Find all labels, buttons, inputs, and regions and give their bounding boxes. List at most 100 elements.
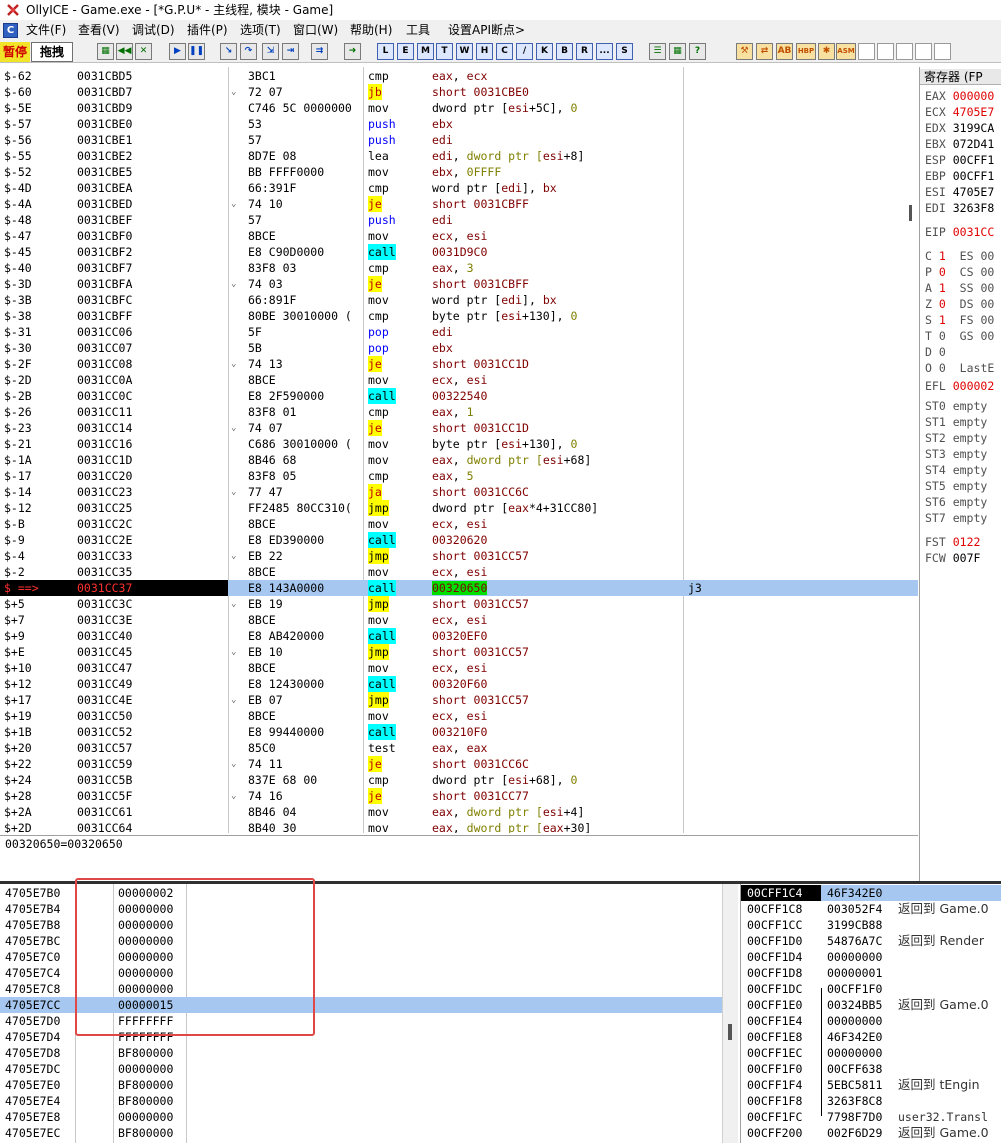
instruction-row[interactable]: $-9 0031CC2E E8 ED390000 call 00320620 [0,532,918,548]
scrollbar-thumb[interactable] [728,1024,732,1040]
flag-z[interactable]: Z 0 DS 00 [925,296,994,312]
instruction-row[interactable]: $-B 0031CC2C 8BCE mov ecx, esi [0,516,918,532]
instruction-row[interactable]: $-2D 0031CC0A 8BCE mov ecx, esi [0,372,918,388]
instruction-row[interactable]: $-2F 0031CC08 ⌄ 74 13 je short 0031CC1D [0,356,918,372]
register-ebp[interactable]: EBP 00CFF1 [925,168,994,184]
dump-row[interactable]: 4705E7C8 00000000 [0,981,722,997]
instruction-row[interactable]: $+28 0031CC5F ⌄ 74 16 je short 0031CC77 [0,788,918,804]
instruction-row[interactable]: $-45 0031CBF2 E8 C90D0000 call 0031D9C0 [0,244,918,260]
dump-row[interactable]: 4705E7C4 00000000 [0,965,722,981]
stack-row[interactable]: 00CFF200 002F6D29 返回到 Game.0 [741,1125,1001,1141]
threads-button[interactable]: T [436,43,453,60]
instruction-row[interactable]: $+19 0031CC50 8BCE mov ecx, esi [0,708,918,724]
stack-row[interactable]: 00CFF1FC 7798F7D0 user32.Transl [741,1109,1001,1125]
dump-row[interactable]: 4705E7EC BF800000 [0,1125,722,1141]
menu-help[interactable]: 帮助(H) [350,20,392,41]
log-window-button[interactable]: L [377,43,394,60]
register-ecx[interactable]: ECX 4705E7 [925,104,994,120]
hardware-breakpoint-button[interactable]: HBP [796,43,816,60]
register-efl[interactable]: EFL 000002 [925,378,994,394]
empty-slot-1-icon[interactable] [858,43,875,60]
instruction-row[interactable]: $-48 0031CBEF 57 push edi [0,212,918,228]
grid-icon[interactable]: ▦ [669,43,686,60]
instruction-row[interactable]: $-2 0031CC35 8BCE mov ecx, esi [0,564,918,580]
fpu-register[interactable]: ST1 empty [925,414,987,430]
register-edi[interactable]: EDI 3263F8 [925,200,994,216]
stack-row[interactable]: 00CFF1DC 00CFF1F0 [741,981,1001,997]
instruction-row[interactable]: $-17 0031CC20 83F8 05 cmp eax, 5 [0,468,918,484]
drag-button[interactable]: 拖拽 [31,42,73,62]
handles-button[interactable]: H [476,43,493,60]
instruction-row[interactable]: $-47 0031CBF0 8BCE mov ecx, esi [0,228,918,244]
instruction-row[interactable]: $+24 0031CC5B 837E 68 00 cmp dword ptr [esi+… [0,772,918,788]
step-into-icon[interactable]: ↘ [220,43,237,60]
fpu-register[interactable]: ST2 empty [925,430,987,446]
run-trace-button[interactable]: ... [596,43,613,60]
stack-row[interactable]: 00CFF1EC 00000000 [741,1045,1001,1061]
instruction-row[interactable]: $-2B 0031CC0C E8 2F590000 call 00322540 [0,388,918,404]
dump-row[interactable]: 4705E7B8 00000000 [0,917,722,933]
instruction-row[interactable]: $+5 0031CC3C ⌄ EB 19 jmp short 0031CC57 [0,596,918,612]
menu-view[interactable]: 查看(V) [78,20,120,41]
instruction-row[interactable]: $+7 0031CC3E 8BCE mov ecx, esi [0,612,918,628]
menu-set-api-breakpoint[interactable]: 设置API断点> [448,20,525,41]
stack-row[interactable]: 00CFF1D4 00000000 [741,949,1001,965]
instruction-row[interactable]: $-4D 0031CBEA 66:391F cmp word ptr [edi], bx [0,180,918,196]
instruction-row[interactable]: $-14 0031CC23 ⌄ 77 47 ja short 0031CC6C [0,484,918,500]
instruction-row[interactable]: $+2A 0031CC61 8B46 04 mov eax, dword ptr [es… [0,804,918,820]
trace-over-icon[interactable]: ⇥ [282,43,299,60]
register-eip[interactable]: EIP 0031CC [925,224,994,240]
disassembly-pane[interactable]: $-62 0031CBD5 3BC1 cmp eax, ecx $-60 0031CBD7 ⌄… [0,67,918,833]
dump-row[interactable]: 4705E7E4 BF800000 [0,1093,722,1109]
call-stack-button[interactable]: K [536,43,553,60]
fpu-register[interactable]: ST4 empty [925,462,987,478]
register-esi[interactable]: ESI 4705E7 [925,184,994,200]
flag-a[interactable]: A 1 SS 00 [925,280,994,296]
instruction-row[interactable]: $-30 0031CC07 5B pop ebx [0,340,918,356]
execute-till-return-icon[interactable]: ⇉ [311,43,328,60]
flag-d[interactable]: D 0 [925,344,960,360]
stack-row[interactable]: 00CFF1E4 00000000 [741,1013,1001,1029]
selected-dump-row[interactable]: 4705E7CC 00000015 [0,997,722,1013]
close-debug-icon[interactable]: ✕ [135,43,152,60]
stack-pane[interactable]: 00CFF1C4 46F342E0 00CFF1C8 003052F4 返回到 Game… [740,884,1001,1143]
stack-row[interactable]: 00CFF1F4 5EBC5811 返回到 tEngin [741,1077,1001,1093]
instruction-row[interactable]: $-21 0031CC16 C686 30010000 (mov byte ptr [… [0,436,918,452]
pause-icon[interactable]: ❚❚ [188,43,205,60]
stack-row[interactable]: 00CFF1E8 46F342E0 [741,1029,1001,1045]
memory-dump-pane[interactable]: 4705E7B0 00000002 4705E7B4 00000000 4705E7B8… [0,884,738,1143]
dump-row[interactable]: 4705E7C0 00000000 [0,949,722,965]
empty-slot-3-icon[interactable] [896,43,913,60]
dump-row[interactable]: 4705E7D4 FFFFFFFF [0,1029,722,1045]
flag-t[interactable]: T 0 GS 00 [925,328,994,344]
menu-tools[interactable]: 工具 [406,20,430,41]
instruction-row[interactable]: $-5E 0031CBD9 C746 5C 0000000 mov dword ptr … [0,100,918,116]
help-icon[interactable]: ? [689,43,706,60]
register-edx[interactable]: EDX 3199CA [925,120,994,136]
fpu-register[interactable]: ST7 empty [925,510,987,526]
fpu-register[interactable]: ST3 empty [925,446,987,462]
empty-slot-5-icon[interactable] [934,43,951,60]
plugin-gear-icon[interactable]: ✱ [818,43,835,60]
memory-map-button[interactable]: M [417,43,434,60]
cpu-window-icon[interactable]: C [3,23,18,38]
plugin-tool-icon[interactable]: ⚒ [736,43,753,60]
dump-row[interactable]: 4705E7DC 00000000 [0,1061,722,1077]
flag-c[interactable]: C 1 ES 00 [925,248,994,264]
pane-splitter-handle[interactable] [909,205,912,221]
list-icon[interactable]: ☰ [649,43,666,60]
stack-row[interactable]: 00CFF1E0 00324BB5 返回到 Game.0 [741,997,1001,1013]
stack-top-row[interactable]: 00CFF1C4 46F342E0 [741,885,1001,901]
plugin-swap-icon[interactable]: ⇄ [756,43,773,60]
restart-icon[interactable]: ◀◀ [116,43,133,60]
stack-row[interactable]: 00CFF1F0 00CFF638 [741,1061,1001,1077]
register-esp[interactable]: ESP 00CFF1 [925,152,994,168]
instruction-row[interactable]: $+2D 0031CC64 8B40 30 mov eax, dword ptr [ea… [0,820,918,833]
fpu-register[interactable]: ST6 empty [925,494,987,510]
dump-row[interactable]: 4705E7BC 00000000 [0,933,722,949]
instruction-row[interactable]: $-52 0031CBE5 BB FFFF0000 mov ebx, 0FFFF [0,164,918,180]
instruction-row[interactable]: $+E 0031CC45 ⌄ EB 10 jmp short 0031CC57 [0,644,918,660]
instruction-row[interactable]: $-12 0031CC25 FF2485 80CC310(jmp dword ptr … [0,500,918,516]
register-fst[interactable]: FST 0122 [925,534,980,550]
fpu-register[interactable]: ST0 empty [925,398,987,414]
